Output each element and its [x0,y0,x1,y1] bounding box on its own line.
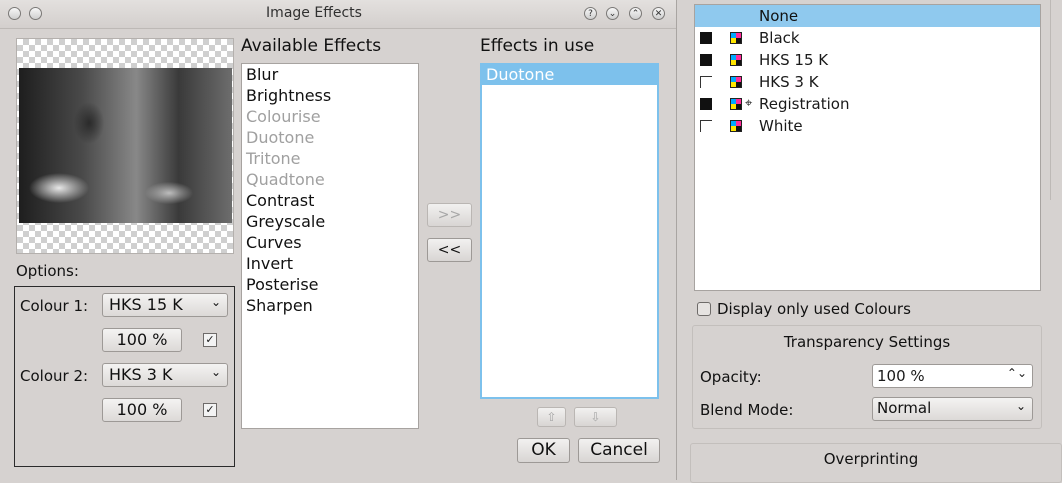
colour-list-item[interactable]: Black [695,27,1040,49]
available-effect-item[interactable]: Invert [242,253,418,274]
colour2-shade-value: 100 % [116,400,168,419]
effects-in-use-label: Effects in use [480,36,595,56]
available-effect-item[interactable]: Posterise [242,274,418,295]
available-effect-item[interactable]: Brightness [242,85,418,106]
display-only-used-label: Display only used Colours [717,300,911,318]
move-down-button[interactable]: ⇩ [574,407,617,427]
colour-name: Registration [759,95,850,113]
opacity-spinbox[interactable]: 100 % ⌃⌄ [872,364,1033,388]
available-effect-item[interactable]: Quadtone [242,169,418,190]
chevron-down-icon: ⌄ [210,295,221,309]
registration-icon: ⌖ [745,96,753,111]
dialog-title: Image Effects [266,5,362,21]
colour1-label: Colour 1: [20,297,89,315]
blend-mode-label: Blend Mode: [700,401,794,419]
opacity-label: Opacity: [700,368,762,386]
in-use-effect-item[interactable]: Duotone [482,65,657,85]
display-only-used-checkbox[interactable] [697,302,711,316]
ok-button[interactable]: OK [517,438,570,463]
colour-name: White [759,117,803,135]
chevron-down-icon: ⌄ [1015,399,1026,413]
cancel-button[interactable]: Cancel [578,438,660,463]
colour2-select[interactable]: HKS 3 K ⌄ [102,363,228,387]
title-bar: Image Effects ? ⌄ ⌃ ✕ [0,0,676,29]
minimize-icon[interactable]: ⌄ [606,7,619,20]
colour2-label: Colour 2: [20,367,89,385]
colour-list-item[interactable]: ⌖ Registration [695,93,1040,115]
available-effect-item[interactable]: Contrast [242,190,418,211]
effects-in-use-list[interactable]: Duotone [480,63,659,399]
cmyk-icon [730,98,742,110]
image-preview [16,38,234,254]
maximize-icon[interactable]: ⌃ [629,7,642,20]
blend-mode-value: Normal [877,399,932,417]
colour1-value: HKS 15 K [109,295,183,314]
transparency-title: Transparency Settings [783,333,951,351]
spin-arrows-icon: ⌃⌄ [1006,366,1027,380]
transparency-settings-frame: Transparency Settings Opacity: 100 % ⌃⌄ … [692,325,1042,429]
cmyk-icon [730,54,742,66]
colour-swatch [700,98,712,110]
available-effects-label: Available Effects [241,36,382,56]
colour-list-item[interactable]: None [695,5,1040,27]
colour-swatch [700,54,712,66]
colour2-shade-spinbox[interactable]: 100 % [102,398,182,422]
colour-name: HKS 3 K [759,73,819,91]
move-up-button[interactable]: ⇧ [537,407,566,427]
opacity-value: 100 % [877,367,925,385]
colour-list-item[interactable]: HKS 15 K [695,49,1040,71]
colour2-value: HKS 3 K [109,365,173,384]
colour-swatch [700,32,712,44]
available-effect-item[interactable]: Duotone [242,127,418,148]
colour2-checkbox[interactable]: ✓ [203,403,217,417]
preview-photo [19,68,232,223]
scrollbar[interactable] [1050,0,1062,200]
colour1-shade-spinbox[interactable]: 100 % [102,328,182,352]
colour-name: HKS 15 K [759,51,829,69]
colour-list-item[interactable]: White [695,115,1040,137]
available-effects-list[interactable]: Blur Brightness Colourise Duotone Tritone Qua… [241,63,419,429]
colour-swatch [700,76,712,88]
available-effect-item[interactable]: Colourise [242,106,418,127]
colour1-checkbox[interactable]: ✓ [203,333,217,347]
colour-name: None [759,7,799,25]
colour-swatch [700,120,712,132]
cmyk-icon [730,76,742,88]
chevron-down-icon: ⌄ [210,365,221,379]
colour-list[interactable]: None Black HKS 15 K HKS 3 K ⌖ Registration Whi… [694,4,1041,291]
help-icon[interactable]: ? [584,7,597,20]
cmyk-icon [730,32,742,44]
colour-list-item[interactable]: HKS 3 K [695,71,1040,93]
available-effect-item[interactable]: Blur [242,64,418,85]
image-effects-dialog: Image Effects ? ⌄ ⌃ ✕ Options: Colour 1:… [0,0,677,480]
colour1-select[interactable]: HKS 15 K ⌄ [102,293,228,317]
add-effect-button[interactable]: >> [427,203,472,227]
options-label: Options: [16,262,79,280]
remove-effect-button[interactable]: << [427,238,472,262]
available-effect-item[interactable]: Curves [242,232,418,253]
overprinting-title: Overprinting [823,450,919,468]
colour1-shade-value: 100 % [116,330,168,349]
colour-name: Black [759,29,800,47]
overprinting-frame: Overprinting [690,443,1062,483]
available-effect-item[interactable]: Sharpen [242,295,418,316]
blend-mode-select[interactable]: Normal ⌄ [872,397,1033,421]
close-icon[interactable]: ✕ [652,7,665,20]
available-effect-item[interactable]: Greyscale [242,211,418,232]
cmyk-icon [730,120,742,132]
available-effect-item[interactable]: Tritone [242,148,418,169]
